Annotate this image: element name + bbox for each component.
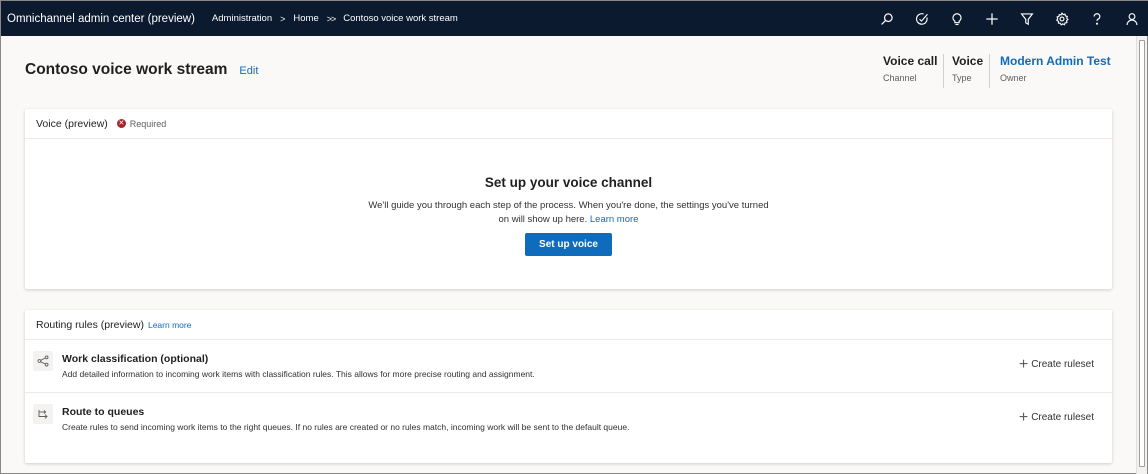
breadcrumb-separator: > [280, 13, 286, 24]
profile-icon[interactable] [1114, 1, 1148, 36]
page-title: Contoso voice work stream [25, 61, 228, 78]
setup-desc-line2: on will show up here. [498, 214, 588, 225]
error-icon: ✕ [116, 119, 126, 128]
work-classification-title: Work classification (optional) [62, 353, 209, 365]
route-to-queues-description: Create rules to send incoming work items… [62, 422, 630, 432]
top-toolbar [869, 1, 1148, 36]
routing-learn-more-link[interactable]: Learn more [148, 320, 191, 330]
voice-card-header: Voice (preview) ✕ Required [25, 109, 1112, 139]
route-to-queues-row: Route to queues Create rules to send inc… [25, 393, 1112, 446]
breadcrumb-current: Contoso voice work stream [343, 13, 458, 24]
setup-title: Set up your voice channel [484, 175, 653, 190]
meta-type: Voice Type [952, 54, 983, 88]
scrollbar-thumb[interactable] [1139, 40, 1145, 467]
routing-card-header: Routing rules (preview) Learn more [25, 310, 1112, 340]
type-label: Type [952, 73, 972, 83]
work-classification-icon [33, 351, 53, 371]
type-value: Voice [952, 54, 984, 68]
meta-owner: Modern Admin Test Owner [1000, 54, 1111, 88]
routing-rules-card: Routing rules (preview) Learn more Work … [25, 310, 1112, 463]
routing-card-title: Routing rules (preview) [36, 318, 144, 331]
required-indicator: ✕ Required [116, 118, 167, 129]
work-classification-description: Add detailed information to incoming wor… [62, 369, 535, 379]
create-classification-ruleset-button[interactable]: + Create ruleset [1018, 355, 1094, 373]
create-ruleset-label: Create ruleset [1031, 412, 1094, 423]
channel-label: Channel [883, 73, 917, 83]
setup-description: We'll guide you through each step of the… [345, 199, 792, 227]
route-to-queues-icon [33, 404, 53, 424]
owner-value[interactable]: Modern Admin Test [1000, 54, 1111, 68]
vertical-scrollbar[interactable] [1136, 36, 1147, 474]
breadcrumb-home[interactable]: Home [293, 13, 318, 24]
app-title[interactable]: Omnichannel admin center (preview) [1, 13, 195, 25]
create-queues-ruleset-button[interactable]: + Create ruleset [1018, 408, 1094, 426]
filter-icon[interactable] [1009, 1, 1044, 36]
search-icon[interactable] [869, 1, 904, 36]
work-classification-row: Work classification (optional) Add detai… [25, 340, 1112, 393]
required-label: Required [129, 118, 167, 129]
owner-label: Owner [1000, 73, 1027, 83]
create-ruleset-label: Create ruleset [1031, 359, 1094, 370]
learn-more-link[interactable]: Learn more [590, 214, 639, 225]
voice-card: Voice (preview) ✕ Required Set up your v… [25, 109, 1112, 289]
breadcrumb: Administration > Home >> Contoso voice w… [212, 13, 458, 24]
assistant-icon[interactable] [904, 1, 939, 36]
breadcrumb-separator: >> [326, 13, 336, 24]
voice-card-title: Voice (preview) [36, 117, 108, 130]
meta-channel: Voice call Channel [883, 54, 937, 88]
plus-icon: + [1018, 408, 1029, 426]
meta-divider [989, 54, 990, 88]
plus-icon: + [1018, 355, 1029, 373]
meta-divider [943, 54, 944, 88]
plus-icon[interactable] [974, 1, 1009, 36]
page-header: Contoso voice work stream Edit [25, 61, 258, 79]
route-to-queues-title: Route to queues [62, 406, 145, 418]
channel-value: Voice call [883, 54, 938, 68]
settings-icon[interactable] [1044, 1, 1079, 36]
setup-desc-line1: We'll guide you through each step of the… [368, 200, 769, 211]
lightbulb-icon[interactable] [939, 1, 974, 36]
set-up-voice-button[interactable]: Set up voice [525, 233, 612, 256]
edit-link[interactable]: Edit [239, 65, 258, 77]
breadcrumb-administration[interactable]: Administration [212, 13, 272, 24]
top-navigation-bar: Omnichannel admin center (preview) Admin… [1, 1, 1148, 36]
help-icon[interactable] [1079, 1, 1114, 36]
